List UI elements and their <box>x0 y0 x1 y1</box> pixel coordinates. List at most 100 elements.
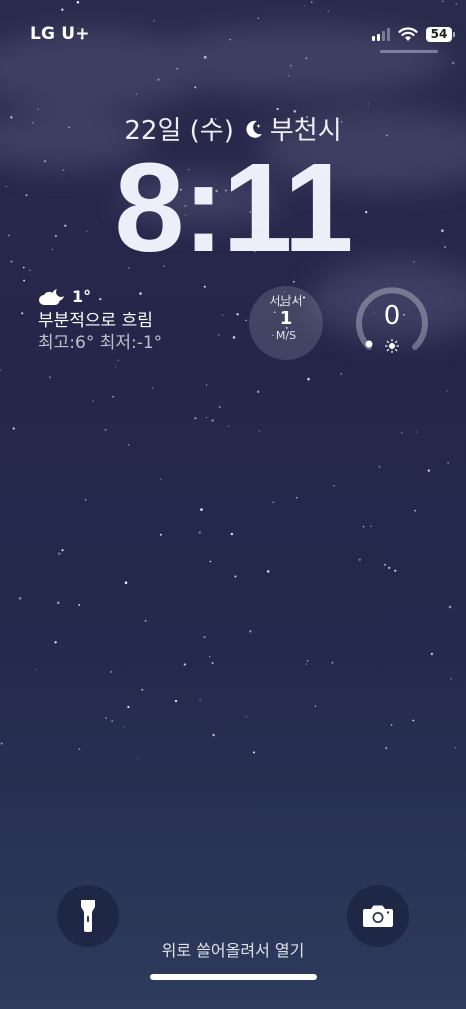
star <box>245 716 247 718</box>
star <box>362 526 365 528</box>
star <box>212 733 215 737</box>
star <box>114 366 117 368</box>
star <box>105 717 107 719</box>
star <box>21 312 24 315</box>
star <box>304 5 306 7</box>
star <box>112 395 115 398</box>
star <box>222 314 224 316</box>
star <box>110 670 113 673</box>
uv-index-widget[interactable]: 0 <box>355 285 429 359</box>
star <box>144 619 147 622</box>
lock-screen-clock[interactable]: 8:11 <box>0 138 466 278</box>
star <box>394 569 397 572</box>
star <box>230 532 234 536</box>
star <box>0 742 3 745</box>
star <box>305 663 308 665</box>
battery-indicator: 54 <box>426 26 455 42</box>
star <box>249 630 252 633</box>
star <box>78 748 81 750</box>
star <box>78 603 81 606</box>
star <box>124 581 128 584</box>
weather-temperature: 1° <box>72 287 92 306</box>
star <box>208 655 211 658</box>
star <box>58 552 61 555</box>
star <box>203 55 207 59</box>
star <box>327 10 329 12</box>
star <box>272 501 275 504</box>
star <box>111 720 113 722</box>
star <box>136 758 138 760</box>
carrier-label: LG U+ <box>30 24 90 44</box>
star <box>205 384 208 386</box>
star <box>203 285 206 288</box>
star <box>123 726 125 728</box>
star <box>104 428 107 431</box>
star <box>455 3 457 5</box>
star <box>401 432 403 434</box>
star <box>0 369 2 372</box>
star <box>305 57 308 60</box>
star <box>160 478 162 480</box>
star <box>174 699 178 703</box>
wind-direction: 서남서 <box>269 294 303 308</box>
star <box>447 462 449 464</box>
star <box>370 525 372 527</box>
weather-temp-row: 1° <box>38 286 162 308</box>
star <box>194 417 197 420</box>
star <box>203 636 206 639</box>
star <box>217 334 220 336</box>
star <box>266 570 270 573</box>
star <box>198 531 201 534</box>
star <box>211 419 214 422</box>
star <box>289 64 292 67</box>
star <box>183 663 186 666</box>
wifi-icon <box>398 26 418 41</box>
star <box>333 485 335 487</box>
home-indicator[interactable] <box>150 974 317 980</box>
star <box>311 1 313 3</box>
cellular-signal-icon <box>372 27 390 41</box>
star <box>252 751 256 754</box>
star <box>159 533 162 536</box>
star <box>367 103 370 105</box>
flashlight-icon <box>81 900 95 932</box>
star <box>61 549 64 552</box>
wind-unit: M/S <box>275 329 297 342</box>
star <box>414 509 416 512</box>
star <box>450 678 452 680</box>
weather-widget[interactable]: 1° 부분적으로 흐림 최고:6° 최저:-1° <box>38 286 162 354</box>
star <box>18 597 22 600</box>
star <box>76 1 80 4</box>
star <box>211 661 214 665</box>
star <box>236 313 239 316</box>
status-icons: 54 <box>372 24 455 44</box>
star <box>451 61 455 65</box>
star <box>306 660 309 662</box>
sun-icon <box>385 339 399 353</box>
star <box>227 425 230 427</box>
star <box>152 387 154 389</box>
star <box>340 373 343 375</box>
star <box>12 427 15 430</box>
star <box>288 75 290 77</box>
star <box>54 641 57 644</box>
star <box>430 652 434 656</box>
wind-widget[interactable]: 서남서 1 M/S <box>249 286 323 360</box>
star <box>258 430 260 432</box>
star <box>84 499 87 501</box>
star <box>257 17 260 20</box>
control-center-indicator[interactable] <box>380 50 438 53</box>
star <box>384 563 386 566</box>
swipe-up-hint: 위로 쓸어올려서 열기 <box>161 941 305 960</box>
star <box>296 497 298 499</box>
star <box>293 280 295 283</box>
star <box>157 78 160 81</box>
star <box>49 376 51 379</box>
moon-icon <box>246 120 262 138</box>
star <box>127 705 130 709</box>
star <box>441 0 444 3</box>
star <box>229 38 231 41</box>
star <box>199 699 201 701</box>
star <box>56 601 60 605</box>
star <box>128 444 130 446</box>
